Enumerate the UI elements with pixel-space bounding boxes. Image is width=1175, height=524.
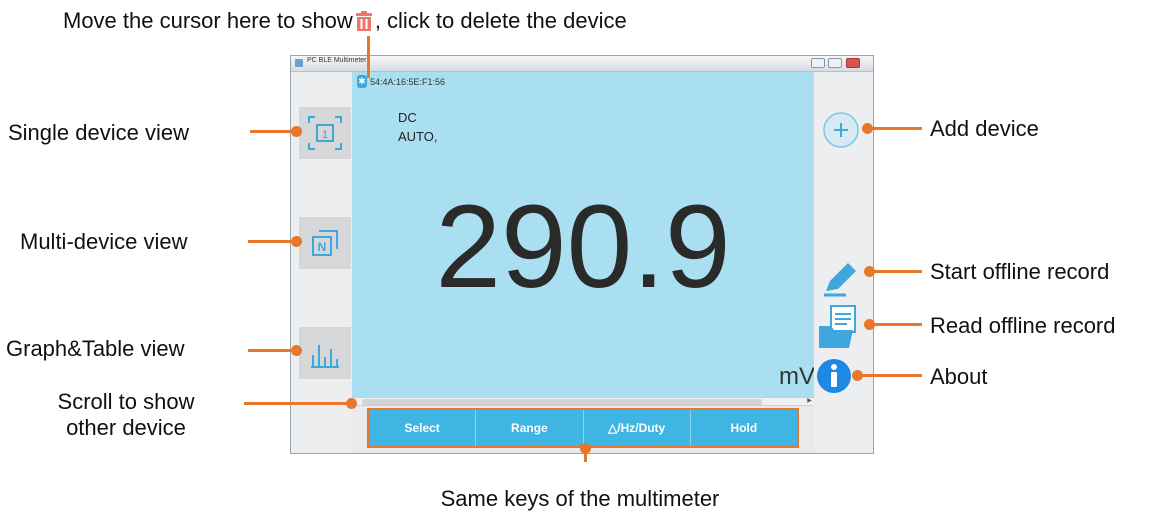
add-device-callout-line [866, 127, 922, 130]
single-device-view-button[interactable]: 1 [299, 107, 351, 159]
multi-view-callout-dot [291, 236, 302, 247]
main-reading: 290.9 [435, 181, 731, 313]
unit-label: mV [779, 363, 815, 390]
scroll-callout-dot [346, 398, 357, 409]
read-record-callout-dot [864, 319, 875, 330]
single-view-annotation: Single device view [8, 120, 189, 145]
single-view-icon: 1 [308, 116, 342, 150]
add-device-annotation: Add device [930, 116, 1039, 141]
start-record-annotation: Start offline record [930, 259, 1110, 284]
about-annotation: About [930, 364, 988, 389]
delete-annotation-suffix: , click to delete the device [374, 8, 627, 33]
delete-callout-line [367, 36, 370, 78]
window-title: PC BLE Multimeter [307, 57, 367, 64]
bar-chart-icon [311, 345, 339, 368]
graph-view-callout-dot [291, 345, 302, 356]
graph-view-callout-line [248, 349, 296, 352]
about-callout-dot [852, 370, 863, 381]
range-key[interactable]: Range [476, 410, 584, 446]
scroll-annotation-line1: Scroll to show [57, 389, 195, 414]
plus-icon [823, 112, 859, 148]
select-key[interactable]: Select [369, 410, 477, 446]
delete-annotation-prefix: Move the cursor here to show [63, 8, 353, 33]
app-icon [295, 59, 303, 67]
add-device-button[interactable] [822, 111, 860, 149]
add-device-callout-dot [862, 123, 873, 134]
scroll-annotation-line2: other device [66, 415, 186, 440]
multi-device-view-button[interactable]: N [299, 217, 351, 269]
meter-display: ✱ 54:4A:16:5E:F1:56 DC AUTO, 290.9 [352, 72, 814, 397]
read-record-annotation: Read offline record [930, 313, 1116, 338]
device-scrollbar[interactable]: ▶ [352, 397, 814, 406]
delta-hz-duty-key[interactable]: △/Hz/Duty [584, 410, 691, 446]
info-icon [817, 359, 851, 393]
start-offline-record-button[interactable] [820, 257, 860, 297]
multi-view-icon: N [312, 230, 338, 256]
read-record-callout-line [868, 323, 922, 326]
scroll-right-arrow[interactable]: ▶ [805, 398, 814, 405]
graph-view-annotation: Graph&Table view [6, 336, 185, 361]
multi-view-callout-line [248, 240, 296, 243]
start-record-callout-dot [864, 266, 875, 277]
maximize-button[interactable] [828, 58, 842, 68]
scroll-callout-line [244, 402, 348, 405]
multi-view-label: N [318, 240, 327, 254]
scroll-thumb[interactable] [362, 399, 762, 405]
hold-key[interactable]: Hold [691, 410, 797, 446]
bluetooth-icon[interactable]: ✱ [357, 75, 367, 88]
mode-line1: DC [398, 110, 417, 125]
delete-annotation: Move the cursor here to show , click to … [63, 8, 627, 34]
single-view-label: 1 [322, 129, 328, 141]
read-offline-record-button[interactable] [817, 304, 859, 350]
single-view-callout-dot [291, 126, 302, 137]
title-bar: PC BLE Multimeter [291, 56, 873, 72]
keys-callout-dot [580, 443, 591, 454]
close-button[interactable] [846, 58, 860, 68]
mode-line2: AUTO, [398, 129, 438, 144]
same-keys-annotation: Same keys of the multimeter [440, 486, 720, 511]
about-callout-line [854, 374, 922, 377]
folder-icon [819, 305, 856, 348]
app-window: PC BLE Multimeter 1 N ✱ 54:4A:16:5E:F1:5… [290, 55, 874, 454]
about-button[interactable] [816, 358, 852, 394]
graph-table-view-button[interactable] [299, 327, 351, 379]
start-record-callout-line [868, 270, 922, 273]
multi-view-annotation: Multi-device view [20, 229, 188, 254]
single-view-callout-line [250, 130, 296, 133]
measure-mode: DC AUTO, [398, 108, 438, 146]
scroll-annotation: Scroll to show other device [26, 389, 226, 441]
trash-icon [355, 11, 372, 31]
pen-icon [824, 263, 856, 297]
device-address: 54:4A:16:5E:F1:56 [370, 77, 446, 87]
minimize-button[interactable] [811, 58, 825, 68]
multimeter-keys: Select Range △/Hz/Duty Hold [367, 408, 799, 448]
